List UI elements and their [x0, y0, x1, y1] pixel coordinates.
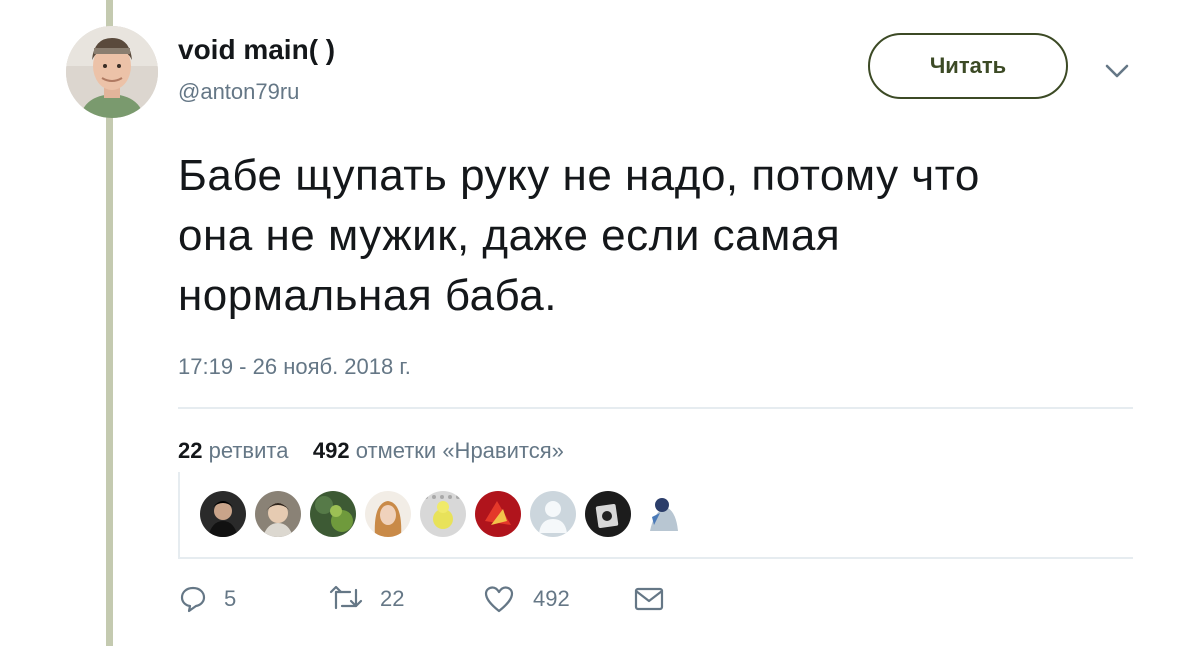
liker-avatar[interactable] — [255, 491, 301, 537]
liker-avatar[interactable] — [310, 491, 356, 537]
retweets-stat[interactable]: 22 ретвита — [178, 438, 288, 463]
like-button[interactable]: 492 — [483, 584, 633, 614]
liker-avatar[interactable] — [640, 491, 686, 537]
tweet-text-line: Бабе щупать руку не надо, потому что — [178, 151, 980, 200]
likes-stat[interactable]: 492 отметки «Нравится» — [313, 438, 564, 463]
engagement-stats: 22 ретвита 492 отметки «Нравится» — [178, 438, 564, 464]
author-handle[interactable]: @anton79ru — [178, 79, 299, 105]
direct-message-button[interactable] — [633, 584, 665, 614]
chevron-down-icon[interactable] — [1100, 56, 1134, 86]
heart-icon — [483, 584, 515, 614]
liker-avatar[interactable] — [530, 491, 576, 537]
reply-count: 5 — [224, 586, 237, 611]
likes-label: отметки «Нравится» — [355, 438, 564, 463]
liker-avatar[interactable] — [585, 491, 631, 537]
reply-icon — [178, 584, 208, 614]
reply-button[interactable]: 5 — [178, 584, 328, 614]
likes-count: 492 — [312, 438, 350, 463]
author-avatar[interactable] — [66, 26, 158, 118]
tweet-actions: 5 22 492 — [178, 584, 665, 614]
author-name[interactable]: void main( ) — [178, 34, 335, 66]
divider — [178, 557, 1133, 559]
retweet-icon — [328, 584, 364, 614]
follow-button[interactable]: Читать — [868, 33, 1068, 99]
retweets-count: 22 — [178, 438, 203, 463]
tweet-text-line: она не мужик, даже если самая — [178, 211, 841, 260]
tweet-text: Бабе щупать руку не надо, потому что она… — [178, 146, 1158, 326]
liker-avatar[interactable] — [475, 491, 521, 537]
divider — [178, 407, 1133, 409]
retweet-button[interactable]: 22 — [328, 584, 483, 614]
retweet-count: 22 — [380, 586, 405, 611]
tweet-timestamp[interactable]: 17:19 - 26 нояб. 2018 г. — [178, 354, 411, 380]
retweets-label: ретвита — [208, 438, 289, 463]
liker-avatar[interactable] — [420, 491, 466, 537]
liker-avatar[interactable] — [365, 491, 411, 537]
like-count: 492 — [533, 586, 570, 611]
liker-avatar[interactable] — [200, 491, 246, 537]
envelope-icon — [633, 584, 665, 614]
tweet-text-line: нормальная баба. — [178, 271, 557, 320]
likers-avatars — [200, 491, 686, 537]
